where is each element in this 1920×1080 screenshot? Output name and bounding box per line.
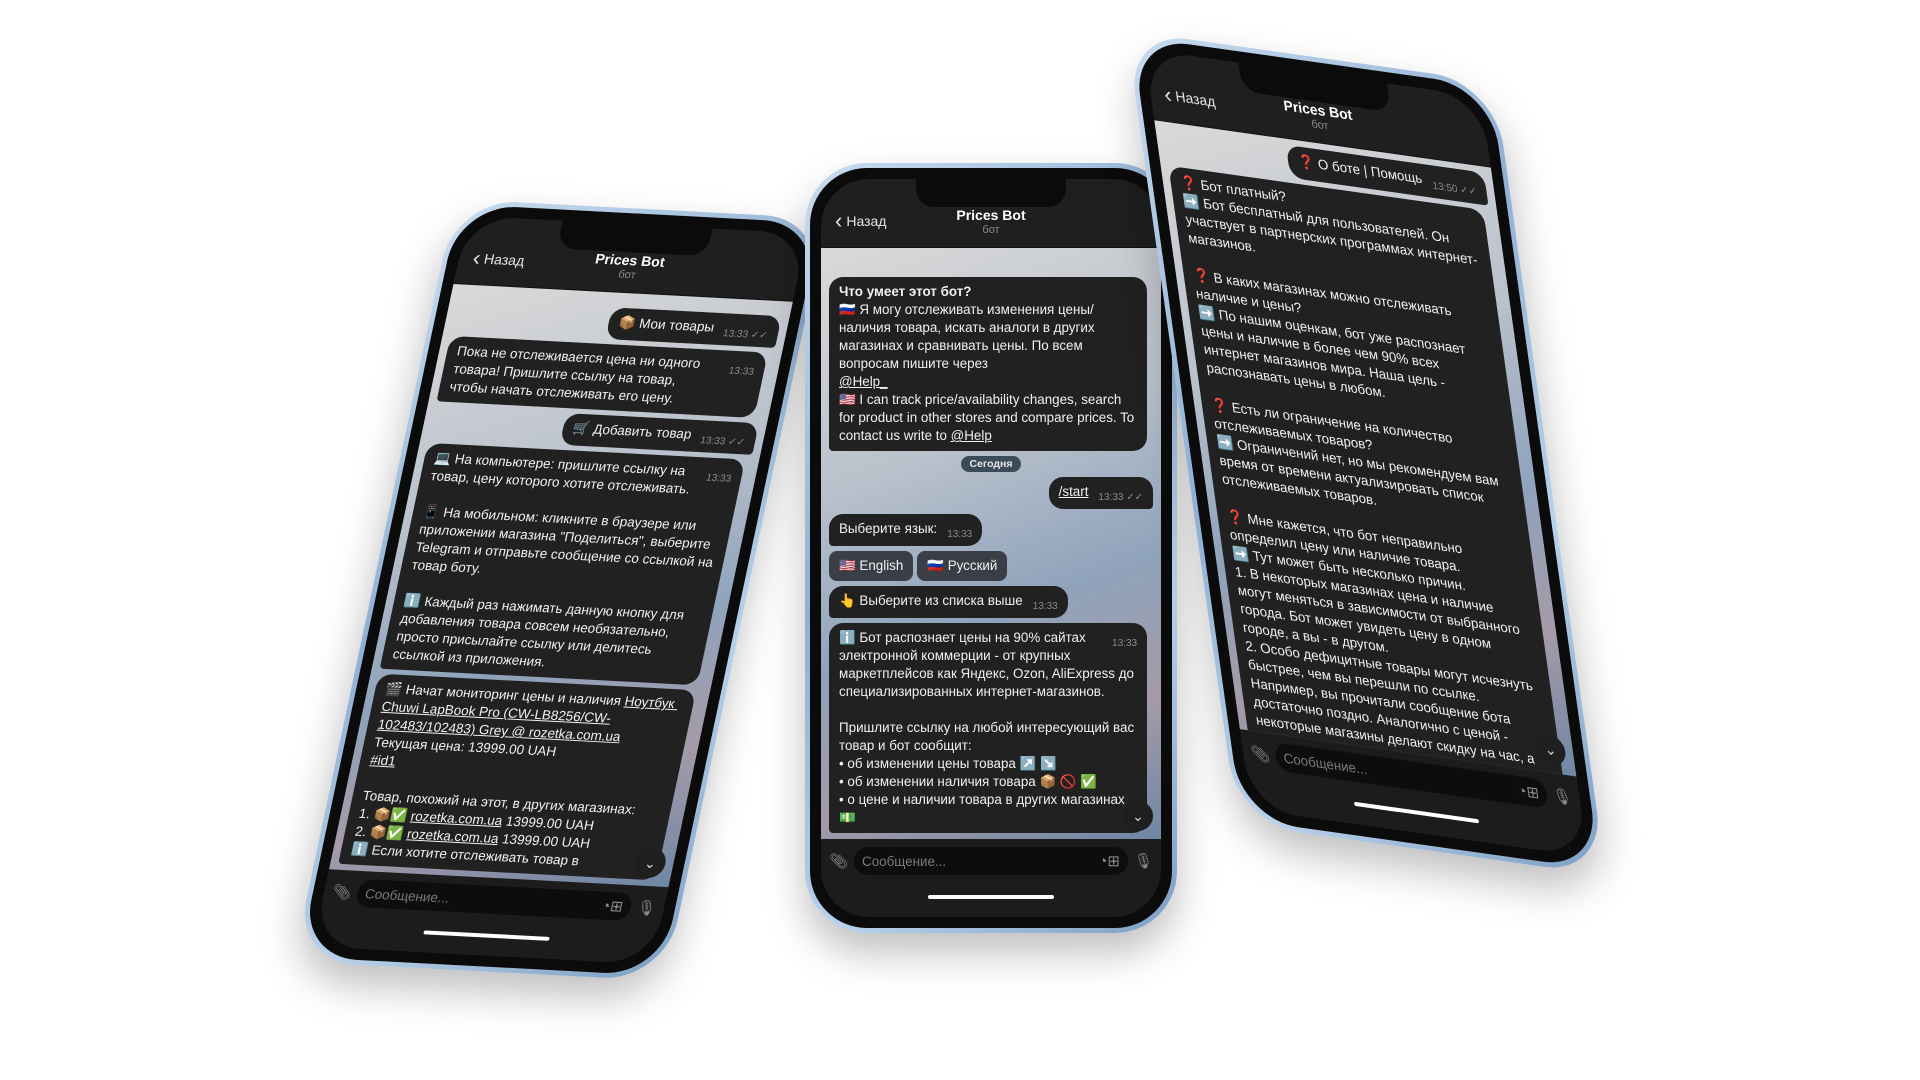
incoming-message: 13:33 Пока не отслеживается цена ни одног… <box>436 335 769 418</box>
message-link[interactable]: #id1 <box>369 752 397 768</box>
outgoing-message: 13:33 ✓✓ 🛒 Добавить товар <box>559 413 760 455</box>
message-time: 13:33 <box>1033 598 1058 616</box>
message-time: 13:33 <box>704 470 733 489</box>
sticker-icon[interactable]: ◔ <box>1098 853 1107 870</box>
message-text: 🛒 Добавить товар <box>571 420 694 442</box>
message-text: 📦 Мои товары <box>617 314 716 335</box>
phone-center: ‹ Назад Prices Bot бот Что умеет этот бот? 🇷… <box>805 163 1177 933</box>
input-bar: 📎︎ Сообщение... ◔ ⊞ 🎙︎ <box>821 839 1161 883</box>
paperclip-icon[interactable]: 📎︎ <box>829 852 848 870</box>
home-indicator[interactable] <box>423 930 550 941</box>
date-separator: Сегодня <box>961 456 1021 472</box>
message-time: 13:33 ✓✓ <box>721 325 769 345</box>
input-placeholder: Сообщение... <box>862 853 947 869</box>
message-text: 👆 Выберите из списка выше <box>839 593 1023 608</box>
message-text: Что умеет этот бот? <box>839 284 972 299</box>
incoming-message: ❓ Бот платный? ➡️ Бот бесплатный для пол… <box>1168 165 1566 777</box>
phone-bezel: ‹ Назад Prices Bot бот Что умеет этот бот? 🇷… <box>810 168 1172 928</box>
phone-screen: ‹ Назад Prices Bot бот 13:33 ✓✓ 📦 Мои товары 1… <box>312 215 808 965</box>
bot-commands-icon[interactable]: ⊞ <box>1525 782 1540 802</box>
message-link[interactable]: @Help_ <box>839 374 888 389</box>
keyboard-button[interactable]: 🇷🇺 Русский <box>917 551 1008 581</box>
time-label: 13:33 <box>1032 601 1058 612</box>
input-placeholder: Сообщение... <box>363 885 451 906</box>
incoming-message: 13:33 💻 На компьютере: пришлите ссылку на… <box>379 442 746 686</box>
microphone-icon[interactable]: 🎙︎ <box>1552 786 1573 807</box>
read-check-icon: ✓✓ <box>749 329 769 342</box>
chat-subtitle: бот <box>982 224 1000 236</box>
notch <box>916 179 1066 207</box>
chat-area[interactable]: 13:50 ✓✓ ❓ О боте | Помощь ❓ Бот платный? … <box>1154 120 1577 777</box>
outgoing-message: 13:33 ✓✓ 📦 Мои товары <box>605 307 782 348</box>
time-label: 13:50 <box>1431 180 1459 196</box>
phone-left: ‹ Назад Prices Bot бот 13:33 ✓✓ 📦 Мои товары 1… <box>293 198 827 982</box>
time-label: 13:33 <box>704 472 733 485</box>
phone-screen: ‹ Назад Prices Bot бот Что умеет этот бот? 🇷… <box>821 179 1161 917</box>
phone-right: ‹ Назад Prices Bot бот 13:50 ✓✓ ❓ О боте | По… <box>1126 30 1606 876</box>
message-link[interactable]: @Help <box>951 428 992 443</box>
inline-keyboard: 🇺🇸 English 🇷🇺 Русский <box>829 551 1008 581</box>
incoming-message: 13:33 Выберите язык: <box>829 514 983 546</box>
message-link[interactable]: rozetka.com.ua <box>409 809 504 829</box>
bottom-area <box>821 883 1161 917</box>
message-time: 13:33 ✓✓ <box>1098 489 1143 507</box>
message-text: ℹ️ Бот распознает цены на 90% сайтах эле… <box>839 630 1135 825</box>
read-check-icon: ✓✓ <box>726 436 746 449</box>
message-text: 💻 На компьютере: пришлите ссылку на това… <box>391 450 719 670</box>
keyboard-button[interactable]: 🇺🇸 English <box>829 551 914 581</box>
time-label: 13:33 <box>947 529 973 540</box>
message-text: Выберите язык: <box>839 521 938 536</box>
message-time: 13:33 <box>947 526 972 544</box>
bot-commands-icon[interactable]: ⊞ <box>608 897 624 915</box>
phone-screen: ‹ Назад Prices Bot бот 13:50 ✓✓ ❓ О боте | По… <box>1144 49 1588 857</box>
time-label: 13:33 <box>1112 638 1138 649</box>
bot-commands-icon[interactable]: ⊞ <box>1107 852 1120 870</box>
message-input[interactable]: Сообщение... ◔ ⊞ <box>354 878 634 922</box>
incoming-message: Что умеет этот бот? 🇷🇺 Я могу отслеживат… <box>829 277 1148 451</box>
message-text: ❓ Бот платный? ➡️ Бот бесплатный для пол… <box>1179 174 1536 767</box>
time-label: 13:33 <box>727 365 755 378</box>
read-check-icon: ✓✓ <box>1126 492 1143 503</box>
paperclip-icon[interactable]: 📎︎ <box>1250 744 1271 765</box>
message-time: 13:33 <box>1112 635 1137 653</box>
phone-bezel: ‹ Назад Prices Bot бот 13:33 ✓✓ 📦 Мои товары 1… <box>299 204 821 976</box>
message-time: 13:33 <box>727 363 756 382</box>
time-label: 13:33 <box>699 435 727 448</box>
incoming-message: 13:33 ℹ️ Бот распознает цены на 90% сайта… <box>829 623 1148 833</box>
read-check-icon: ✓✓ <box>1459 184 1478 199</box>
home-indicator[interactable] <box>928 895 1054 899</box>
message-link[interactable]: rozetka.com.ua <box>406 826 501 846</box>
microphone-icon[interactable]: 🎙︎ <box>635 899 658 918</box>
message-input[interactable]: Сообщение... ◔ ⊞ <box>854 847 1128 875</box>
message-text: Пока не отслеживается цена ни одного тов… <box>448 343 706 406</box>
scroll-down-button[interactable]: ⌄ <box>1123 801 1153 831</box>
chat-title: Prices Bot <box>956 207 1026 223</box>
time-label: 13:33 <box>1098 492 1124 503</box>
outgoing-message: 13:33 ✓✓ /start <box>1048 477 1153 509</box>
time-label: 13:33 <box>721 328 750 341</box>
home-indicator[interactable] <box>1353 801 1480 824</box>
chat-area[interactable]: Что умеет этот бот? 🇷🇺 Я могу отслеживат… <box>821 248 1161 839</box>
chat-area[interactable]: 13:33 ✓✓ 📦 Мои товары 13:33 Пока не отслежи… <box>328 284 793 888</box>
paperclip-icon[interactable]: 📎︎ <box>330 883 353 902</box>
message-text: ❓ О боте | Помощь <box>1296 153 1424 187</box>
message-time: 13:33 ✓✓ <box>698 432 746 452</box>
incoming-message: 🎬 Начат мониторинг цены и наличия Ноутбу… <box>338 673 697 881</box>
microphone-icon[interactable]: 🎙︎ <box>1134 852 1153 870</box>
incoming-message: 13:33 👆 Выберите из списка выше <box>829 586 1068 618</box>
message-text: 🇷🇺 Я могу отслеживать изменения цены/нал… <box>839 302 1095 371</box>
phone-bezel: ‹ Назад Prices Bot бот 13:50 ✓✓ ❓ О боте | По… <box>1131 36 1601 870</box>
message-time: 13:50 ✓✓ <box>1432 177 1479 202</box>
message-link[interactable]: /start <box>1059 484 1089 499</box>
